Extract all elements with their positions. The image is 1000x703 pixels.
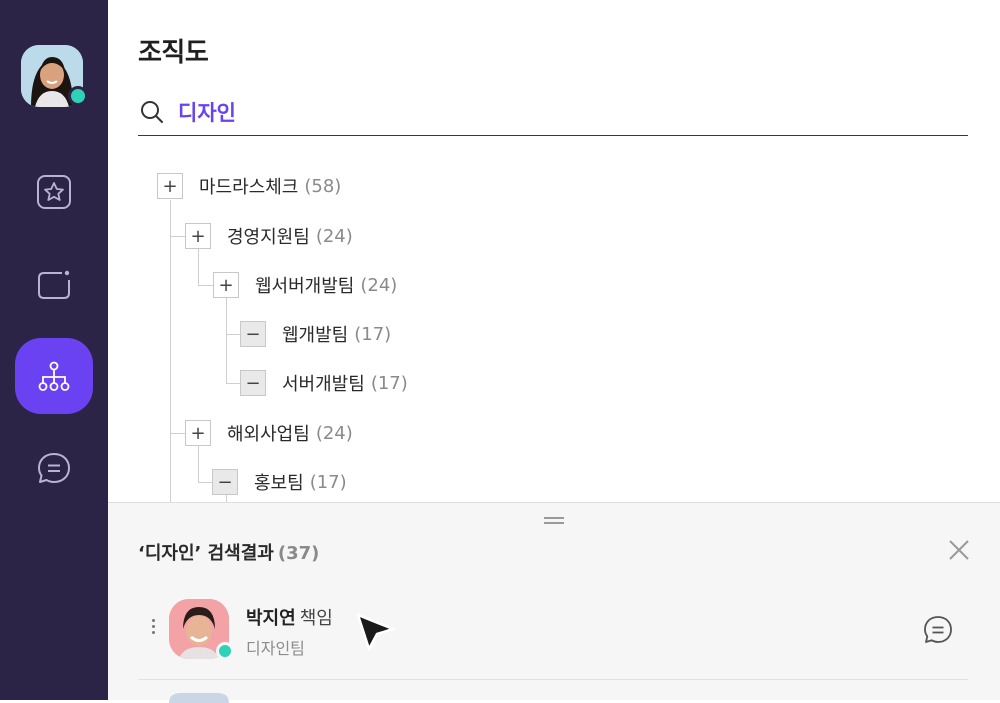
tree-connector: [170, 433, 186, 434]
user-name-text: 박지연: [246, 608, 296, 629]
main-panel: 조직도 + 마드라스체크 (58) + 경영지원팀 (24): [108, 0, 1000, 703]
more-options-icon[interactable]: [146, 616, 160, 644]
node-label: 웹개발팀: [282, 325, 349, 346]
tree-connector: [198, 446, 199, 482]
search-bar: [138, 88, 968, 136]
tree-connector: [226, 495, 227, 502]
node-count: (58): [304, 175, 342, 197]
tree-connector: [226, 298, 227, 384]
org-chart-icon: [38, 361, 70, 391]
node-count: (24): [315, 225, 353, 247]
result-item-partial: [138, 689, 968, 703]
page-title: 조직도: [138, 38, 209, 68]
org-tree: + 마드라스체크 (58) + 경영지원팀 (24) + 웹서버개발팀 (24)…: [108, 160, 1000, 502]
tree-connector: [198, 249, 199, 285]
collapse-toggle[interactable]: −: [240, 321, 266, 347]
chat-icon[interactable]: [922, 614, 954, 646]
nav-favorites[interactable]: [15, 154, 93, 230]
tree-node[interactable]: + 웹서버개발팀 (24): [213, 271, 397, 299]
tree-connector: [198, 285, 214, 286]
star-icon: [37, 175, 71, 209]
user-role: 책임: [299, 608, 333, 629]
node-count: (17): [309, 471, 347, 493]
online-status-dot: [68, 86, 88, 106]
nav-organization[interactable]: [15, 338, 93, 414]
node-count: (24): [360, 274, 398, 296]
online-status-dot: [216, 642, 234, 660]
tree-connector: [226, 334, 240, 335]
node-count: (24): [315, 422, 353, 444]
tree-connector: [170, 200, 171, 502]
profile-avatar[interactable]: [21, 45, 88, 107]
tree-node[interactable]: + 경영지원팀 (24): [185, 222, 353, 250]
user-team: 디자인팀: [246, 639, 305, 658]
tree-connector: [198, 482, 212, 483]
node-label: 마드라스체크: [199, 177, 299, 198]
node-label: 웹서버개발팀: [255, 276, 355, 297]
tree-node[interactable]: − 웹개발팀 (17): [240, 320, 391, 348]
user-name: 박지연 책임: [246, 604, 333, 630]
close-icon[interactable]: [946, 537, 972, 563]
results-title-text: ‘디자인’ 검색결과: [138, 543, 274, 564]
expand-toggle[interactable]: +: [157, 173, 183, 199]
results-count: (37): [277, 543, 320, 564]
mouse-cursor: [356, 613, 395, 651]
node-count: (17): [354, 323, 392, 345]
expand-toggle[interactable]: +: [213, 272, 239, 298]
search-icon[interactable]: [138, 98, 166, 126]
search-input[interactable]: [178, 99, 878, 124]
nav-cards[interactable]: [15, 246, 93, 322]
tree-connector: [170, 236, 186, 237]
tree-node[interactable]: + 해외사업팀 (24): [185, 419, 353, 447]
node-label: 홍보팀: [254, 473, 304, 494]
node-label: 경영지원팀: [227, 227, 310, 248]
tree-node[interactable]: − 서버개발팀 (17): [240, 369, 408, 397]
tree-node[interactable]: − 홍보팀 (17): [212, 468, 347, 496]
node-count: (17): [370, 372, 408, 394]
expand-toggle[interactable]: +: [185, 420, 211, 446]
expand-toggle[interactable]: +: [185, 223, 211, 249]
result-item[interactable]: 박지연 책임 디자인팀: [138, 588, 968, 680]
results-title: ‘디자인’ 검색결과 (37): [138, 539, 319, 565]
collapse-toggle[interactable]: −: [240, 370, 266, 396]
resize-handle[interactable]: [544, 517, 564, 525]
collapse-toggle[interactable]: −: [212, 469, 238, 495]
node-label: 해외사업팀: [227, 424, 310, 445]
chat-icon: [38, 453, 70, 483]
sidebar: [0, 0, 108, 700]
search-results-panel: ‘디자인’ 검색결과 (37) 박지연 책임 디자인팀: [108, 502, 1000, 703]
tree-connector: [226, 383, 240, 384]
card-icon: [38, 270, 70, 299]
tree-node-root[interactable]: + 마드라스체크 (58): [157, 172, 341, 200]
nav-chat[interactable]: [15, 430, 93, 506]
node-label: 서버개발팀: [282, 374, 365, 395]
